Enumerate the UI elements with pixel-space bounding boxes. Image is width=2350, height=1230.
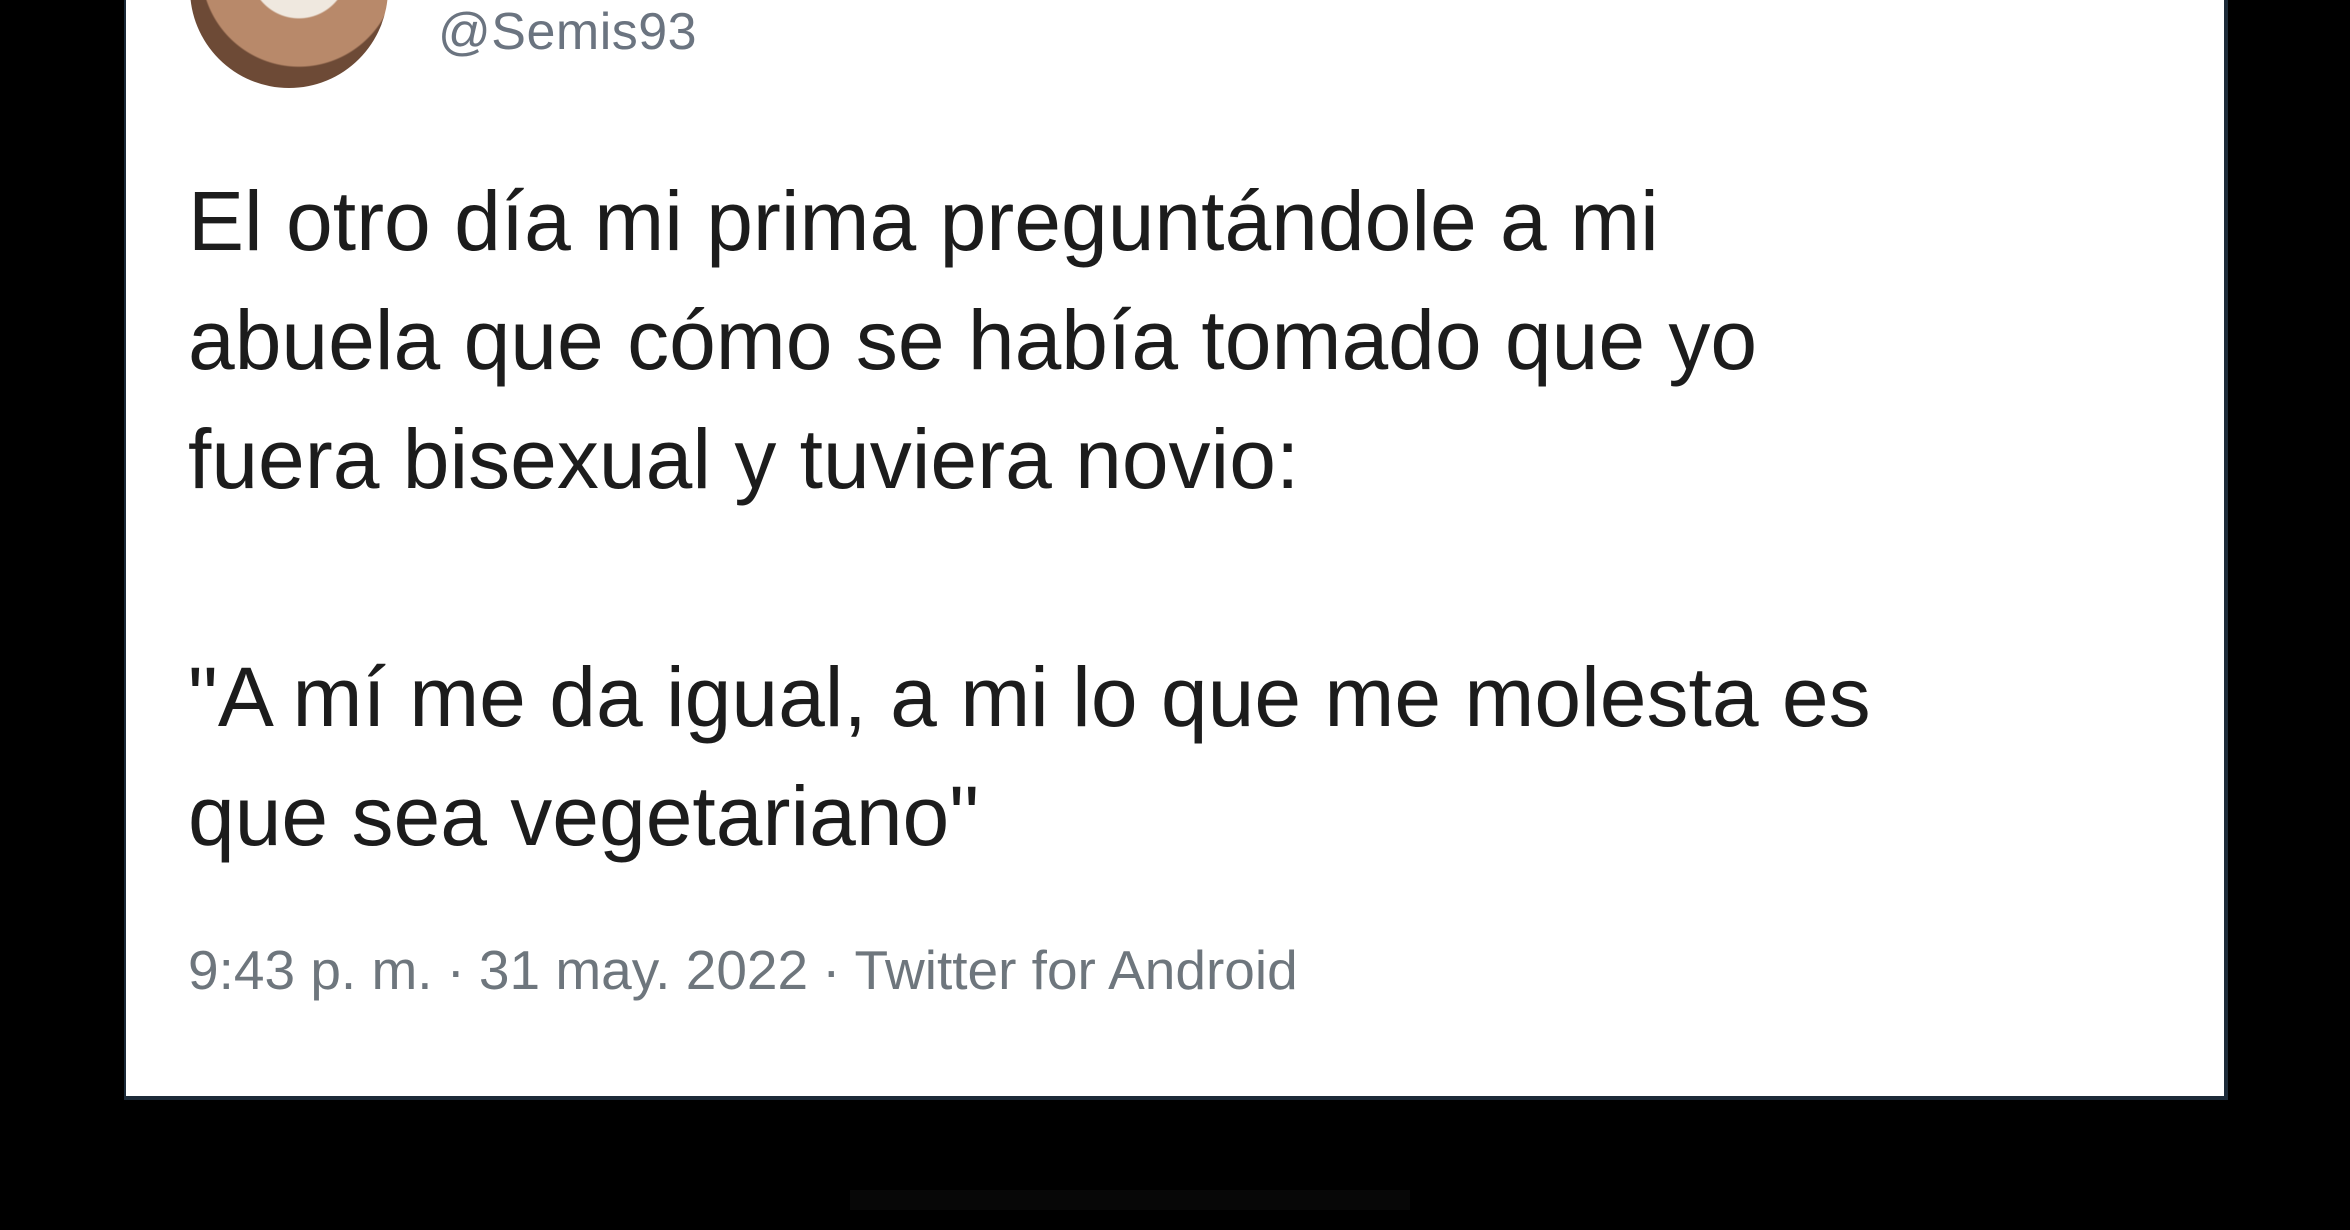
user-handle[interactable]: @Semis93: [438, 2, 697, 62]
tweet-date[interactable]: 31 may. 2022: [479, 939, 808, 1001]
avatar[interactable]: [190, 0, 388, 88]
meta-separator: ·: [446, 939, 465, 1001]
bottom-strip: [850, 1190, 1410, 1210]
tweet-source[interactable]: Twitter for Android: [854, 939, 1297, 1001]
tweet-card: @Semis93 El otro día mi prima preguntánd…: [124, 0, 2228, 1100]
tweet-meta: 9:43 p. m. · 31 may. 2022 · Twitter for Andr…: [188, 938, 1298, 1002]
tweet-text: El otro día mi prima preguntándole a mi …: [188, 174, 1871, 863]
tweet-time[interactable]: 9:43 p. m.: [188, 939, 433, 1001]
meta-separator: ·: [822, 939, 841, 1001]
